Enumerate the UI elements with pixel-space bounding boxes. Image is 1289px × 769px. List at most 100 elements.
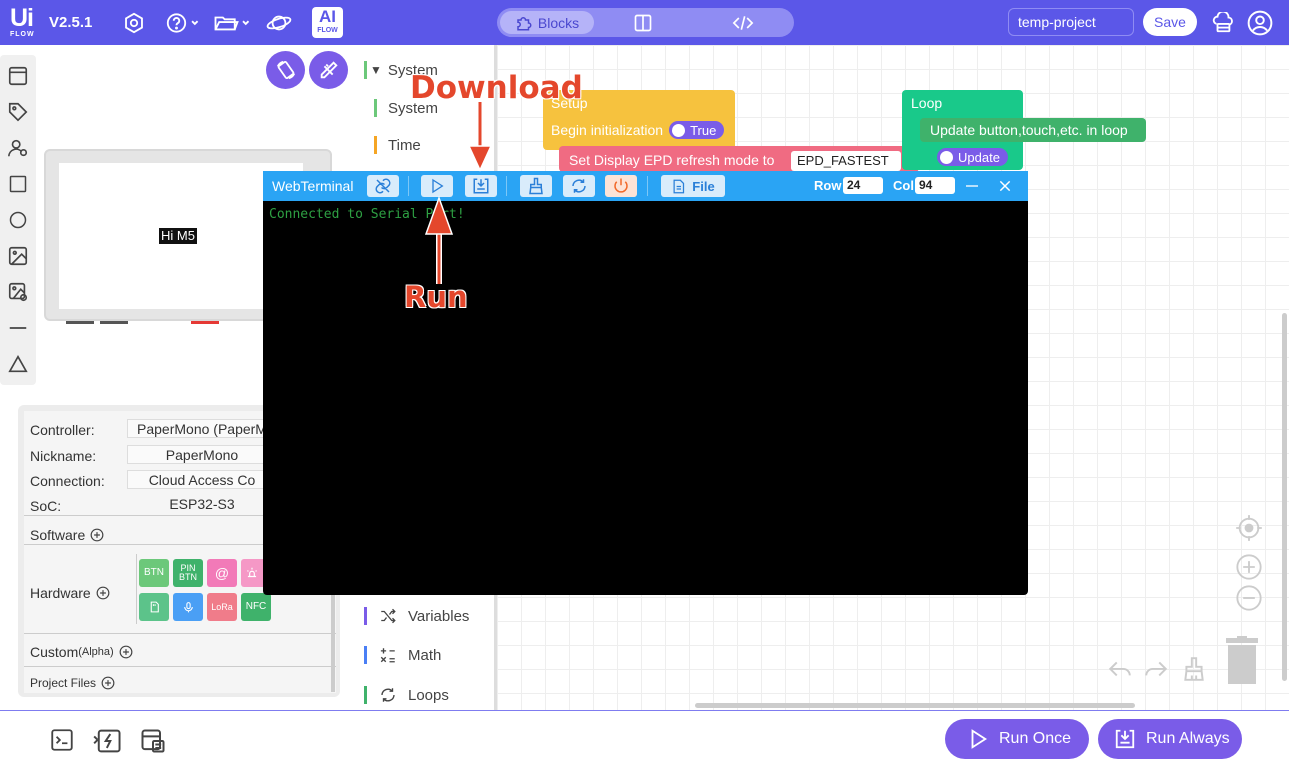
window-icon[interactable] <box>6 64 30 88</box>
redo-icon[interactable] <box>1143 657 1171 685</box>
category-loops[interactable]: Loops <box>364 683 449 707</box>
hw-nfc[interactable]: NFC <box>241 593 271 621</box>
terminal-icon[interactable] <box>49 727 77 755</box>
col-input[interactable]: 94 <box>915 177 955 194</box>
planet-icon[interactable] <box>265 9 293 37</box>
user-group-icon[interactable] <box>6 136 30 160</box>
run-always-button[interactable]: Run Always <box>1098 719 1242 759</box>
category-color-bar <box>374 99 377 117</box>
update-toggle[interactable]: Update <box>937 148 1008 167</box>
undo-icon[interactable] <box>1107 657 1135 685</box>
power-icon <box>614 178 628 193</box>
code-view-icon[interactable] <box>731 13 755 33</box>
hardware-section[interactable]: Hardware <box>30 585 110 601</box>
custom-section[interactable]: Custom (Alpha) <box>30 644 133 660</box>
software-section[interactable]: Software <box>30 527 104 543</box>
screen-label[interactable]: Hi M5 <box>159 228 197 244</box>
begin-init-toggle[interactable]: True <box>669 121 725 139</box>
clean-broom-icon[interactable] <box>1181 655 1209 683</box>
split-view-icon[interactable] <box>633 13 653 33</box>
category-variables[interactable]: Variables <box>364 604 469 628</box>
update-block[interactable]: Update button,touch,etc. in loop <box>920 118 1146 142</box>
triangle-icon[interactable] <box>6 352 30 376</box>
logo-text: Ui <box>10 4 34 32</box>
folder-menu-button[interactable] <box>210 9 254 37</box>
hw-sd-card[interactable] <box>139 593 169 621</box>
rotate-screen-button[interactable] <box>266 51 305 89</box>
ai-badge-sub: FLOW <box>317 27 338 34</box>
epd-mode-label: Set Display EPD refresh mode to <box>569 152 775 168</box>
save-button[interactable]: Save <box>1143 8 1197 36</box>
download-button[interactable] <box>465 175 497 197</box>
zoom-in-icon[interactable] <box>1235 553 1263 581</box>
epd-mode-block[interactable]: Set Display EPD refresh mode to EPD_FAST… <box>559 146 919 172</box>
circle-icon[interactable] <box>6 208 30 232</box>
flash-firmware-icon[interactable] <box>93 727 121 755</box>
image-plus-icon[interactable] <box>6 280 30 304</box>
add-circle-icon[interactable] <box>119 645 133 659</box>
web-terminal-title: WebTerminal <box>272 178 354 194</box>
device-manager-icon[interactable] <box>139 727 167 755</box>
add-circle-icon[interactable] <box>96 586 110 600</box>
toggle-knob <box>672 123 686 137</box>
horizontal-scrollbar[interactable] <box>695 703 1135 708</box>
connection-label: Connection: <box>30 473 105 489</box>
loop-title: Loop <box>911 95 943 111</box>
connect-button[interactable] <box>367 175 399 197</box>
hw-lora[interactable]: LoRa <box>207 593 237 621</box>
hw-at[interactable]: @ <box>207 559 237 587</box>
hw-light[interactable] <box>241 559 263 587</box>
close-icon[interactable] <box>997 178 1013 194</box>
connection-select[interactable]: Cloud Access Co <box>127 470 277 489</box>
zoom-out-icon[interactable] <box>1235 584 1263 612</box>
label-tag-icon[interactable] <box>6 100 30 124</box>
category-time[interactable]: Time <box>374 133 421 157</box>
controller-select[interactable]: PaperMono (PaperM <box>127 419 277 438</box>
toolbar-separator <box>647 176 648 196</box>
light-icon <box>247 567 257 578</box>
epd-mode-dropdown[interactable]: EPD_FASTEST <box>791 151 901 171</box>
clear-button[interactable] <box>520 175 552 197</box>
add-circle-icon[interactable] <box>101 676 115 690</box>
file-button[interactable]: File <box>661 175 725 197</box>
nickname-field[interactable]: PaperMono <box>127 445 277 464</box>
category-color-bar <box>364 646 367 664</box>
cloud-storage-icon[interactable] <box>1209 9 1237 37</box>
category-label: Variables <box>408 607 470 625</box>
device-led <box>191 321 219 324</box>
puzzle-icon <box>517 16 532 30</box>
image-icon[interactable] <box>6 244 30 268</box>
run-once-button[interactable]: Run Once <box>945 719 1089 759</box>
reset-button[interactable] <box>563 175 595 197</box>
settings-icon[interactable] <box>120 9 148 37</box>
help-menu-button[interactable] <box>162 9 202 37</box>
run-button[interactable] <box>421 175 453 197</box>
web-terminal-titlebar[interactable]: WebTerminal File Row 24 Col 94 <box>263 171 1028 201</box>
ai-flow-button[interactable]: AI FLOW <box>312 7 343 38</box>
recenter-icon[interactable] <box>1235 514 1263 542</box>
project-name-input[interactable]: temp-project <box>1008 8 1134 36</box>
hw-btn[interactable]: BTN <box>139 559 169 587</box>
power-button[interactable] <box>605 175 637 197</box>
epd-mode-value: EPD_FASTEST <box>797 153 889 168</box>
user-avatar-icon[interactable] <box>1246 9 1274 37</box>
trash-can-icon[interactable] <box>1222 636 1262 686</box>
line-icon[interactable] <box>6 316 30 340</box>
row-input[interactable]: 24 <box>843 177 883 194</box>
category-math[interactable]: Math <box>364 643 441 667</box>
toolbar-separator <box>506 176 507 196</box>
minimize-icon[interactable] <box>964 178 980 194</box>
rectangle-icon[interactable] <box>6 172 30 196</box>
begin-init-row: Begin initialization True <box>551 121 851 139</box>
tab-blocks[interactable]: Blocks <box>500 11 594 34</box>
hw-mic[interactable] <box>173 593 203 621</box>
project-files-section[interactable]: Project Files <box>30 676 115 690</box>
category-color-bar <box>364 607 367 625</box>
vertical-scrollbar[interactable] <box>1282 313 1287 681</box>
sd-card-icon <box>150 601 159 613</box>
add-circle-icon[interactable] <box>90 528 104 542</box>
hw-pin-btn[interactable]: PIN BTN <box>173 559 203 587</box>
download-to-device-icon <box>1115 729 1135 749</box>
design-tools-button[interactable] <box>309 51 348 89</box>
ai-badge-text: AI <box>319 7 336 26</box>
